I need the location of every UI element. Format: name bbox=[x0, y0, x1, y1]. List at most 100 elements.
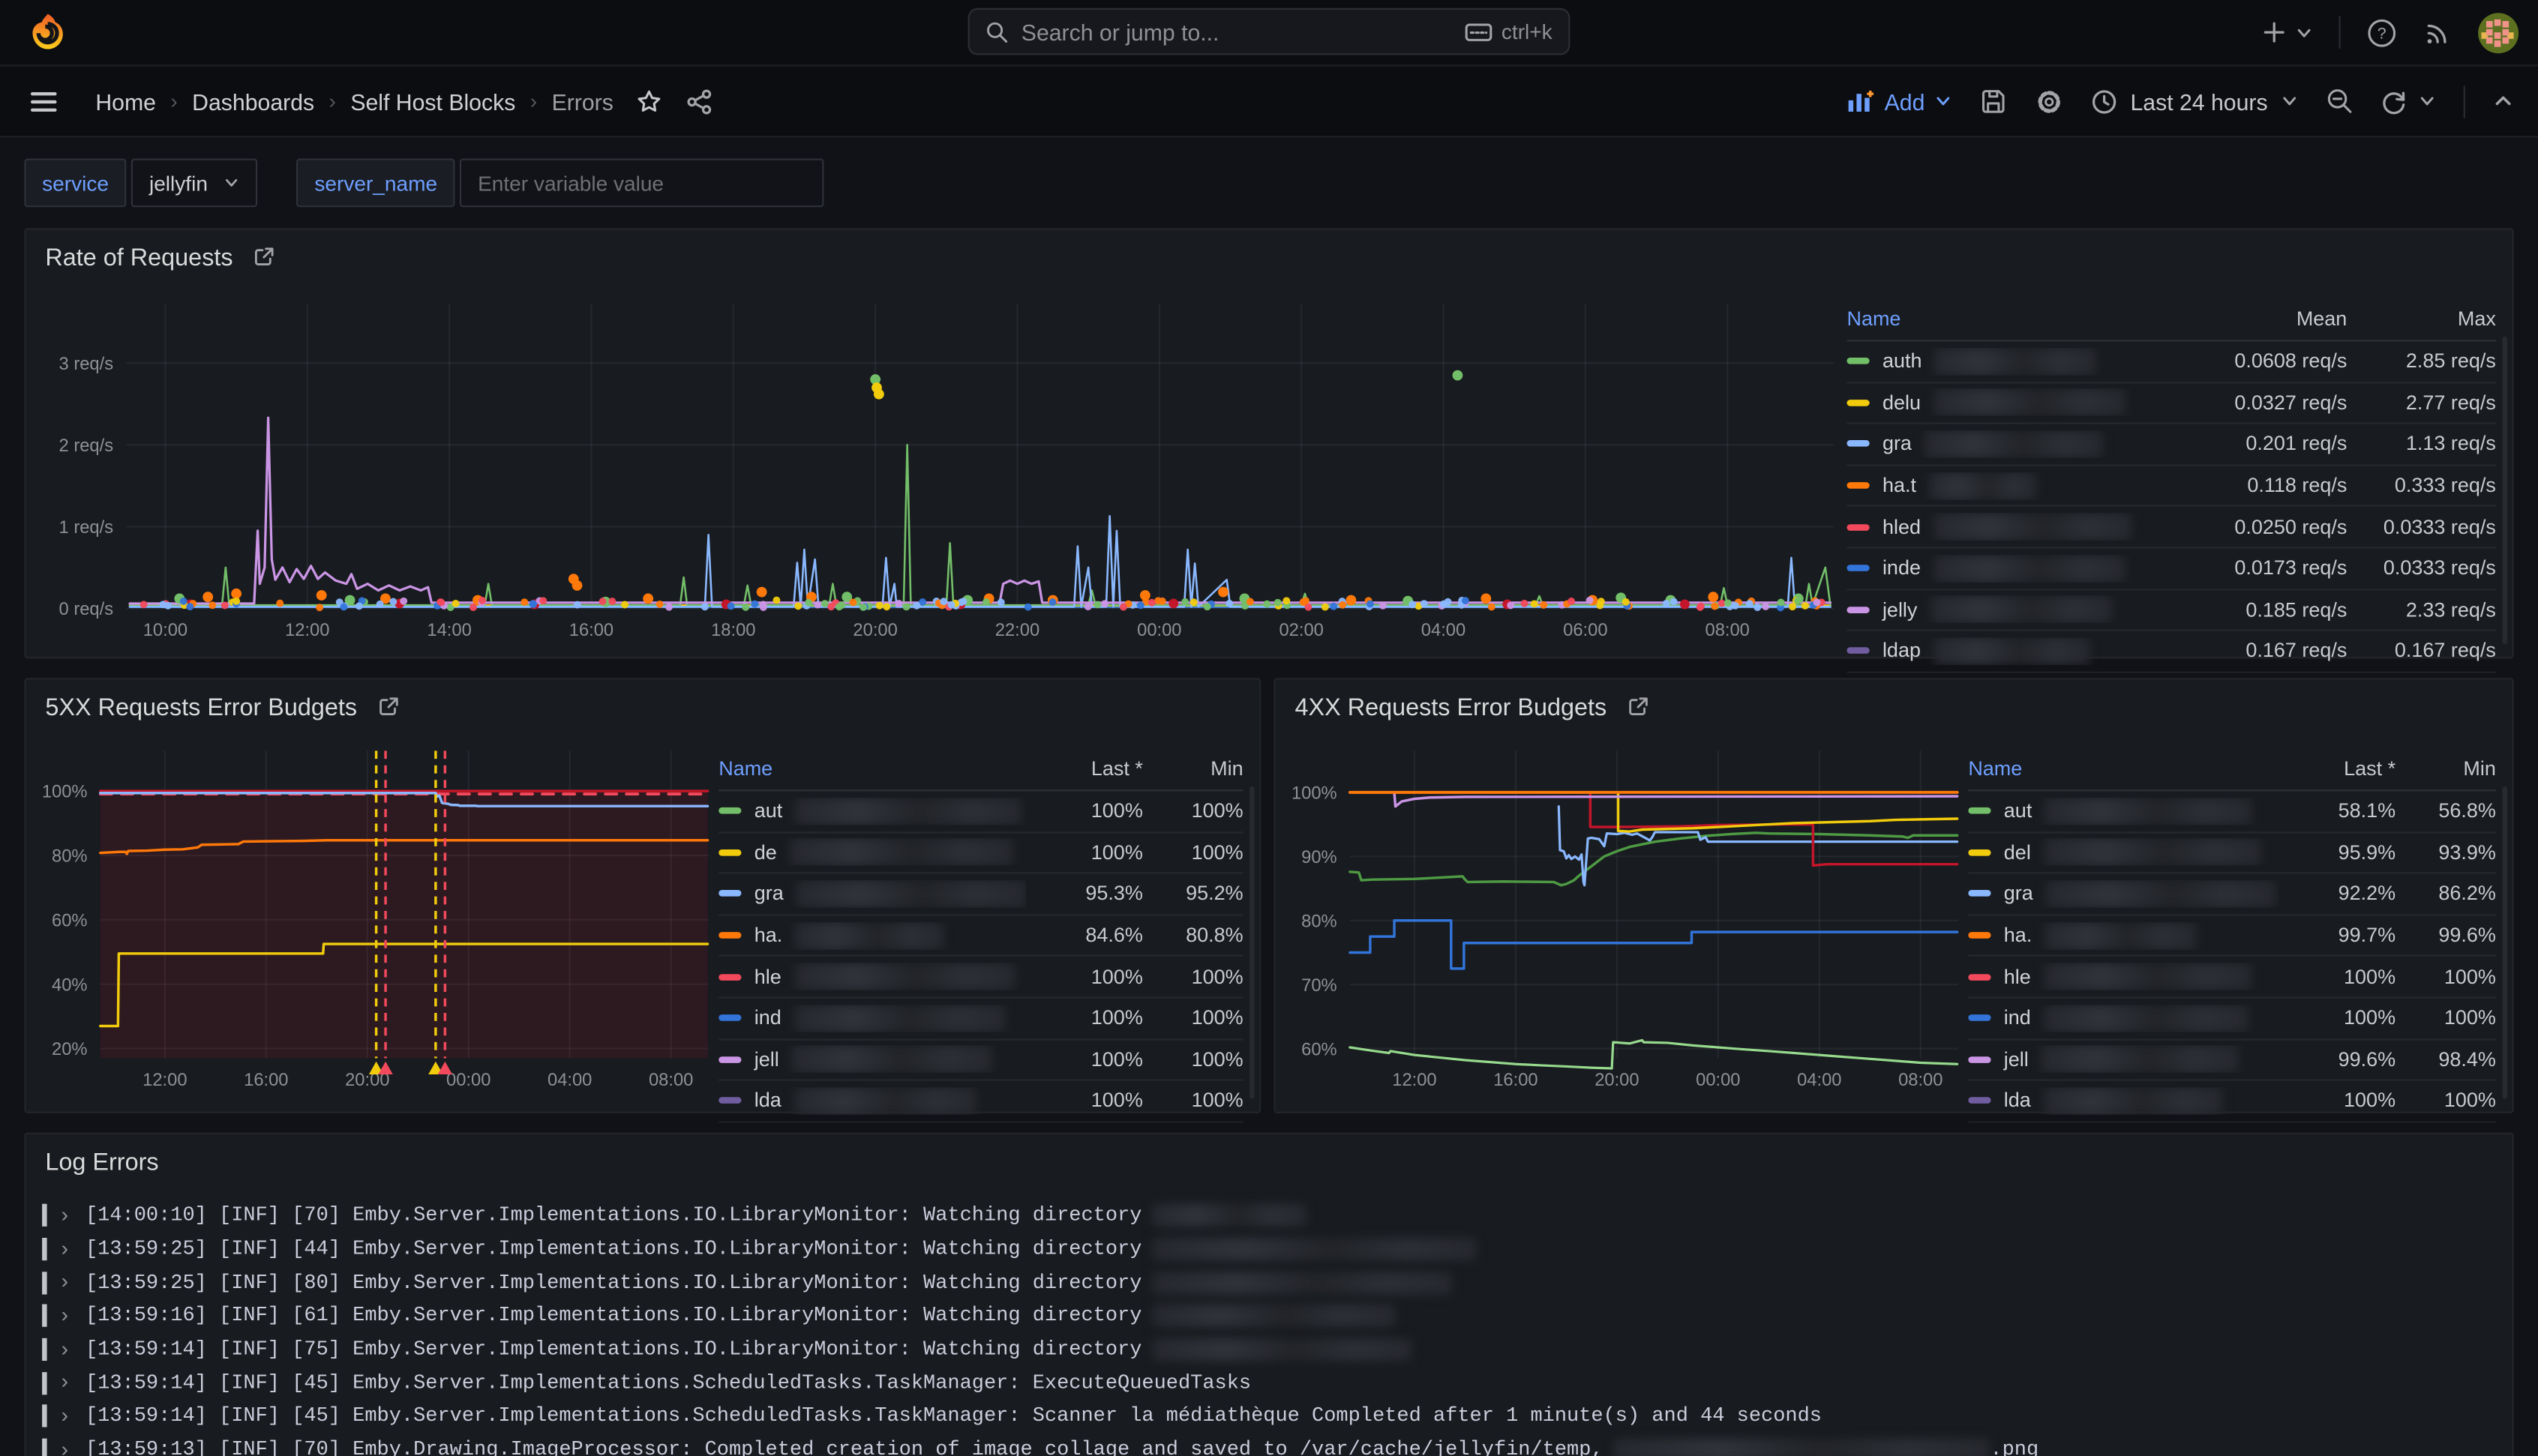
add-panel-button[interactable]: Add bbox=[1847, 88, 1952, 115]
legend-row[interactable]: aut100%100% bbox=[718, 791, 1243, 832]
legend-row[interactable]: ind100%100% bbox=[718, 999, 1243, 1040]
legend-row[interactable]: aut58.1%56.8% bbox=[1968, 791, 2496, 832]
share-button[interactable] bbox=[686, 88, 712, 115]
grafana-logo-icon[interactable] bbox=[26, 10, 70, 54]
legend-row[interactable]: ind100%100% bbox=[1968, 999, 2496, 1040]
external-link-icon[interactable] bbox=[1626, 696, 1648, 718]
legend-row[interactable]: gra0.201 req/s1.13 req/s bbox=[1846, 424, 2495, 466]
collapse-toolbar-button[interactable] bbox=[2493, 91, 2514, 112]
breadcrumb-home[interactable]: Home bbox=[95, 88, 156, 115]
log-row[interactable]: ›[13:59:14] [INF] [45] Emby.Server.Imple… bbox=[42, 1366, 2492, 1400]
log-row[interactable]: ›[13:59:14] [INF] [75] Emby.Server.Imple… bbox=[42, 1333, 2492, 1367]
time-series-chart[interactable]: 10:0012:0014:0016:0018:0020:0022:0000:00… bbox=[26, 282, 1847, 658]
series-name[interactable]: ha. bbox=[718, 921, 1026, 949]
legend-row[interactable]: lda100%100% bbox=[1968, 1081, 2496, 1122]
series-name[interactable]: hle bbox=[1968, 963, 2278, 990]
legend-row[interactable]: lda100%100% bbox=[718, 1081, 1243, 1122]
legend-col-name[interactable]: Name bbox=[1968, 757, 2278, 780]
refresh-button[interactable] bbox=[2381, 88, 2436, 115]
time-range-picker[interactable]: Last 24 hours bbox=[2092, 88, 2299, 115]
search-input[interactable]: Search or jump to... ctrl+k bbox=[968, 8, 1570, 55]
series-name[interactable]: ind bbox=[1968, 1005, 2278, 1032]
series-name[interactable]: inde bbox=[1846, 555, 2172, 583]
series-name[interactable]: gra bbox=[1846, 430, 2172, 458]
external-link-icon[interactable] bbox=[376, 696, 399, 718]
legend-row[interactable]: hled0.0250 req/s0.0333 req/s bbox=[1846, 507, 2495, 548]
series-name[interactable]: hle bbox=[718, 963, 1026, 990]
news-button[interactable] bbox=[2423, 18, 2452, 47]
legend-row[interactable]: inde0.0173 req/s0.0333 req/s bbox=[1846, 549, 2495, 590]
log-row[interactable]: ›[14:00:10] [INF] [70] Emby.Server.Imple… bbox=[42, 1199, 2492, 1233]
legend-row[interactable]: ldap0.167 req/s0.167 req/s bbox=[1846, 631, 2495, 673]
series-name[interactable]: auth bbox=[1846, 348, 2172, 376]
legend-row[interactable]: delu0.0327 req/s2.77 req/s bbox=[1846, 383, 2495, 424]
log-row[interactable]: ›[13:59:16] [INF] [61] Emby.Server.Imple… bbox=[42, 1299, 2492, 1333]
expand-chevron-icon[interactable]: › bbox=[58, 1203, 71, 1227]
log-row[interactable]: ›[13:59:25] [INF] [80] Emby.Server.Imple… bbox=[42, 1266, 2492, 1299]
mega-menu-toggle[interactable] bbox=[24, 85, 63, 117]
time-series-chart[interactable]: 12:0016:0020:0000:0004:0008:0060%70%80%9… bbox=[1276, 731, 1969, 1111]
legend-row[interactable]: jelly0.185 req/s2.33 req/s bbox=[1846, 590, 2495, 631]
variable-service-select[interactable]: jellyfin bbox=[131, 158, 258, 207]
series-name[interactable]: lda bbox=[1968, 1087, 2278, 1115]
series-name[interactable]: de bbox=[718, 839, 1026, 867]
series-name[interactable]: jelly bbox=[1846, 596, 2172, 624]
series-name[interactable]: gra bbox=[1968, 880, 2278, 908]
save-dashboard-button[interactable] bbox=[1980, 88, 2008, 115]
series-name[interactable]: hled bbox=[1846, 514, 2172, 541]
legend-row[interactable]: hle100%100% bbox=[1968, 957, 2496, 998]
legend-row[interactable]: ha.t0.118 req/s0.333 req/s bbox=[1846, 466, 2495, 507]
log-row[interactable]: ›[13:59:13] [INF] [70] Emby.Drawing.Imag… bbox=[42, 1434, 2492, 1456]
log-row[interactable]: ›[13:59:25] [INF] [44] Emby.Server.Imple… bbox=[42, 1233, 2492, 1266]
series-name[interactable]: del bbox=[1968, 839, 2278, 867]
legend-row[interactable]: gra92.2%86.2% bbox=[1968, 874, 2496, 915]
avatar[interactable] bbox=[2478, 12, 2518, 52]
help-button[interactable]: ? bbox=[2366, 17, 2397, 48]
zoom-out-button[interactable] bbox=[2326, 88, 2354, 115]
legend-row[interactable]: ha.99.7%99.6% bbox=[1968, 915, 2496, 957]
legend-row[interactable]: jell100%100% bbox=[718, 1040, 1243, 1081]
expand-chevron-icon[interactable]: › bbox=[58, 1271, 71, 1295]
series-name[interactable]: lda bbox=[718, 1087, 1026, 1115]
legend-col-min[interactable]: Min bbox=[1143, 757, 1244, 780]
star-button[interactable] bbox=[636, 88, 662, 115]
series-name[interactable]: ha.t bbox=[1846, 472, 2172, 499]
expand-chevron-icon[interactable]: › bbox=[58, 1404, 71, 1428]
time-series-chart[interactable]: 12:0016:0020:0000:0004:0008:0020%40%60%8… bbox=[26, 731, 719, 1111]
series-name[interactable]: delu bbox=[1846, 389, 2172, 417]
series-name[interactable]: ldap bbox=[1846, 637, 2172, 665]
expand-chevron-icon[interactable]: › bbox=[58, 1438, 71, 1456]
variable-server-name-input[interactable] bbox=[460, 158, 824, 207]
breadcrumb-dashboard-name[interactable]: Self Host Blocks bbox=[350, 88, 515, 115]
series-name[interactable]: jell bbox=[718, 1046, 1026, 1074]
series-name[interactable]: jell bbox=[1968, 1046, 2278, 1074]
legend-col-name[interactable]: Name bbox=[1846, 307, 2172, 330]
series-name[interactable]: ind bbox=[718, 1005, 1026, 1032]
external-link-icon[interactable] bbox=[252, 246, 274, 268]
panel-title[interactable]: Rate of Requests bbox=[45, 244, 232, 271]
legend-col-mean[interactable]: Mean bbox=[2172, 307, 2347, 330]
legend-row[interactable]: jell99.6%98.4% bbox=[1968, 1040, 2496, 1081]
log-row[interactable]: ›[13:59:14] [INF] [45] Emby.Server.Imple… bbox=[42, 1400, 2492, 1434]
expand-chevron-icon[interactable]: › bbox=[58, 1237, 71, 1261]
legend-row[interactable]: auth0.0608 req/s2.85 req/s bbox=[1846, 341, 2495, 382]
legend-col-min[interactable]: Min bbox=[2396, 757, 2496, 780]
dashboard-settings-button[interactable] bbox=[2035, 86, 2064, 115]
expand-chevron-icon[interactable]: › bbox=[58, 1371, 71, 1395]
series-name[interactable]: aut bbox=[718, 798, 1026, 825]
legend-row[interactable]: gra95.3%95.2% bbox=[718, 874, 1243, 915]
panel-title[interactable]: 4XX Requests Error Budgets bbox=[1295, 694, 1607, 721]
series-name[interactable]: ha. bbox=[1968, 921, 2278, 949]
series-name[interactable]: aut bbox=[1968, 798, 2278, 825]
breadcrumb-dashboards[interactable]: Dashboards bbox=[192, 88, 314, 115]
legend-row[interactable]: hle100%100% bbox=[718, 957, 1243, 998]
new-button[interactable] bbox=[2261, 19, 2313, 46]
legend-row[interactable]: de100%100% bbox=[718, 833, 1243, 874]
legend-row[interactable]: del95.9%93.9% bbox=[1968, 833, 2496, 874]
expand-chevron-icon[interactable]: › bbox=[58, 1338, 71, 1362]
series-name[interactable]: gra bbox=[718, 880, 1026, 908]
panel-title[interactable]: Log Errors bbox=[45, 1148, 158, 1176]
legend-col-max[interactable]: Max bbox=[2347, 307, 2496, 330]
legend-row[interactable]: ha.84.6%80.8% bbox=[718, 915, 1243, 957]
panel-title[interactable]: 5XX Requests Error Budgets bbox=[45, 694, 357, 721]
